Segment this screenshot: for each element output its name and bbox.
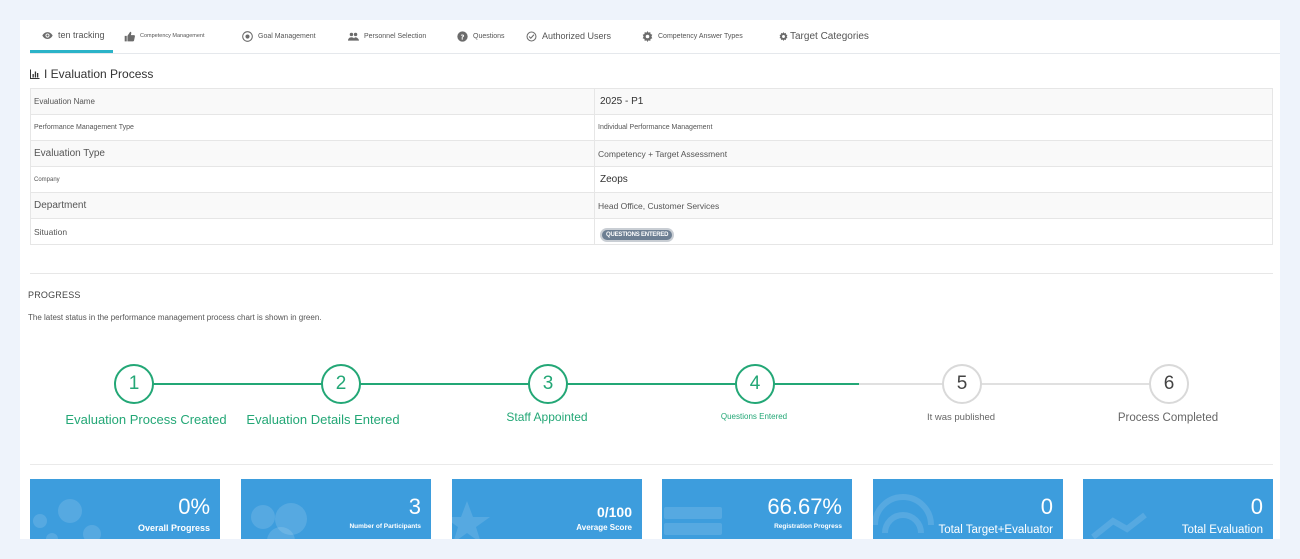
table-row: Situation QUESTIONS ENTERED	[30, 218, 1273, 245]
table-row: Performance Management Type Individual P…	[30, 114, 1273, 141]
step-1-circle: 1	[114, 364, 154, 404]
table-row: Evaluation Name 2025 - P1	[30, 88, 1273, 115]
progress-line-pending	[859, 383, 1169, 385]
stat-value: 0%	[178, 494, 210, 519]
tab-target-categories[interactable]: Target Categories	[779, 20, 869, 53]
row-value: Individual Performance Management	[594, 114, 1273, 141]
users-icon	[348, 32, 359, 41]
tab-label: ten tracking	[58, 29, 105, 40]
tab-label: Competency Answer Types	[658, 33, 743, 40]
row-value: Head Office, Customer Services	[594, 192, 1273, 219]
stat-card-overall-progress[interactable]: 0% Overall Progress	[30, 479, 220, 539]
stat-label: Total Target+Evaluator	[938, 524, 1053, 536]
row-value: 2025 - P1	[594, 88, 1273, 115]
question-circle-icon: ?	[457, 31, 468, 42]
progress-title: PROGRESS	[28, 290, 81, 300]
row-value: Zeops	[594, 166, 1273, 193]
table-row: Department Head Office, Customer Service…	[30, 192, 1273, 219]
bar-chart-icon	[30, 69, 40, 79]
stat-label: Overall Progress	[137, 523, 210, 533]
tab-competency-management[interactable]: Competency Management	[124, 20, 205, 53]
target-icon	[242, 31, 253, 42]
divider	[30, 464, 1273, 465]
divider	[30, 273, 1273, 274]
step-2-label: Evaluation Details Entered	[246, 412, 400, 427]
step-2-circle: 2	[321, 364, 361, 404]
step-1-label: Evaluation Process Created	[65, 412, 227, 427]
eye-icon	[42, 31, 53, 39]
row-value: QUESTIONS ENTERED	[594, 218, 1273, 245]
tab-questions[interactable]: ? Questions	[457, 20, 505, 53]
gear-icon	[642, 31, 653, 42]
check-circle-icon	[526, 31, 537, 42]
progress-description: The latest status in the performance man…	[28, 313, 322, 322]
tab-personnel-selection[interactable]: Personnel Selection	[348, 20, 426, 53]
stat-value: 0/100	[596, 504, 632, 520]
row-label: Evaluation Type	[30, 140, 595, 167]
users-icon	[251, 503, 307, 539]
table-row: Company Zeops	[30, 166, 1273, 193]
step-4-circle: 4	[735, 364, 775, 404]
stat-card-total-target-evaluator[interactable]: 0 Total Target+Evaluator	[873, 479, 1063, 539]
app-frame: ten tracking Competency Management Goal …	[20, 20, 1280, 539]
section-title: I Evaluation Process	[30, 67, 153, 81]
stat-value: 3	[408, 494, 421, 519]
row-label: Department	[30, 192, 595, 219]
svg-text:?: ?	[461, 33, 465, 41]
tab-label: Goal Management	[258, 33, 316, 40]
stat-card-participants[interactable]: 3 Number of Participants	[241, 479, 431, 539]
section-title-text: I Evaluation Process	[44, 67, 154, 81]
stat-label: Average Score	[576, 523, 632, 532]
tab-label: Questions	[473, 33, 505, 40]
gear-icon	[779, 32, 788, 41]
stat-value: 0	[1250, 494, 1263, 519]
stat-card-average-score[interactable]: 0/100 Average Score	[452, 479, 642, 539]
stat-value: 0	[1040, 494, 1053, 519]
stat-value: 66.67%	[767, 494, 842, 519]
stat-label: Number of Participants	[349, 523, 421, 530]
table-row: Evaluation Type Competency + Target Asse…	[30, 140, 1273, 167]
step-6-label: Process Completed	[1117, 412, 1219, 424]
tab-authorized-users[interactable]: Authorized Users	[526, 20, 611, 53]
tab-goal-management[interactable]: Goal Management	[242, 20, 316, 53]
tab-bar: ten tracking Competency Management Goal …	[30, 20, 1280, 54]
row-label: Performance Management Type	[30, 114, 595, 141]
tab-ten-tracking[interactable]: ten tracking	[30, 20, 113, 53]
step-3-label: Staff Appointed	[506, 410, 588, 424]
step-3-circle: 3	[528, 364, 568, 404]
tab-label: Target Categories	[790, 30, 869, 42]
step-4-label: Questions Entered	[720, 412, 788, 421]
row-label: Company	[30, 166, 595, 193]
tab-label: Authorized Users	[542, 31, 612, 41]
status-badge: QUESTIONS ENTERED	[602, 229, 673, 240]
row-label: Evaluation Name	[30, 88, 595, 115]
evaluation-details-table: Evaluation Name 2025 - P1 Performance Ma…	[30, 88, 1273, 245]
stat-card-total-evaluation[interactable]: 0 Total Evaluation	[1083, 479, 1273, 539]
row-label: Situation	[30, 218, 595, 245]
tab-label: Competency Management	[140, 32, 205, 39]
thumbs-up-icon	[124, 31, 135, 42]
step-6-circle: 6	[1149, 364, 1189, 404]
stat-card-registration-progress[interactable]: 66.67% Registration Progress	[662, 479, 852, 539]
stat-label: Total Evaluation	[1181, 524, 1263, 536]
step-5-circle: 5	[942, 364, 982, 404]
tab-label: Personnel Selection	[364, 33, 427, 40]
tab-competency-answer-types[interactable]: Competency Answer Types	[642, 20, 743, 53]
step-5-label: It was published	[926, 412, 996, 423]
stat-label: Registration Progress	[774, 523, 842, 530]
row-value: Competency + Target Assessment	[594, 140, 1273, 167]
